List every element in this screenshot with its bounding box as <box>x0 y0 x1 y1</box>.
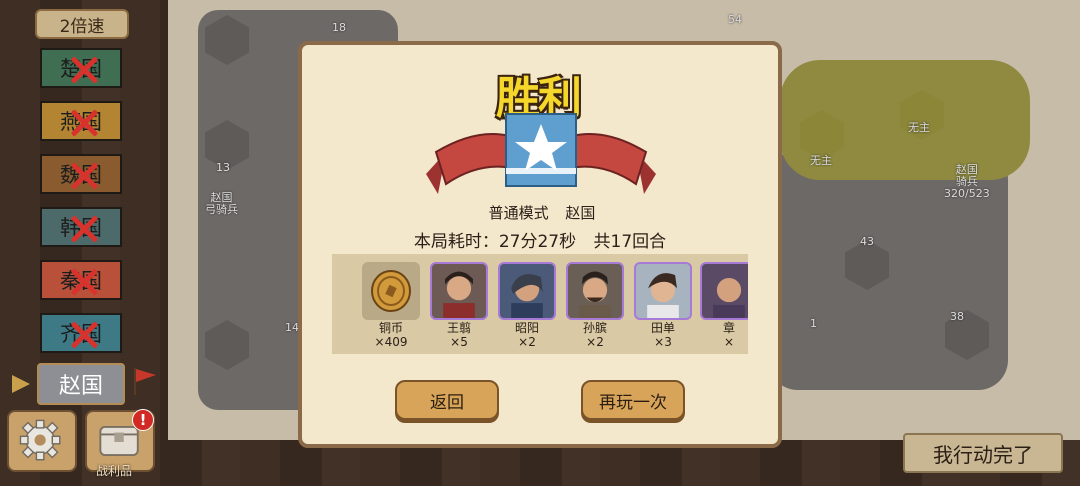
reward-item[interactable]: 田单 ×3 <box>634 262 692 352</box>
eliminated-x-icon <box>66 162 102 190</box>
nation-item[interactable]: 燕国 <box>40 101 122 141</box>
hero-portrait <box>498 262 556 320</box>
match-stats: 本局耗时：27分27秒 共17回合 <box>380 227 700 252</box>
reward-item[interactable]: 昭阳 ×2 <box>498 262 556 352</box>
reward-quantity: ×2 <box>586 335 604 349</box>
current-turn-arrow-icon <box>12 375 30 393</box>
settings-button[interactable] <box>7 410 77 472</box>
replay-button[interactable]: 再玩一次 <box>581 380 685 420</box>
map-number-label: 13 <box>216 161 230 174</box>
nation-item[interactable]: 楚国 <box>40 48 122 88</box>
reward-item: 铜币 ×409 <box>362 262 420 352</box>
coin-icon <box>371 270 411 312</box>
reward-name: 王翦 <box>446 321 471 335</box>
map-unit-label[interactable]: 赵国 骑兵 320/523 <box>944 164 990 200</box>
notification-badge: ! <box>132 409 154 431</box>
game-mode: 普通模式 <box>488 204 549 222</box>
eliminated-x-icon <box>66 109 102 137</box>
speed-button[interactable]: 2倍速 <box>35 9 129 39</box>
eliminated-x-icon <box>66 56 102 84</box>
reward-icon-box <box>362 262 420 320</box>
reward-item[interactable]: 章 × <box>700 262 748 352</box>
map-unit-label[interactable]: 无主 <box>908 122 930 134</box>
current-nation-item[interactable]: 赵国 <box>37 363 125 405</box>
reward-quantity: ×2 <box>518 335 536 349</box>
hero-face-icon <box>443 271 475 318</box>
map-number-label: 43 <box>860 235 874 248</box>
player-nation: 赵国 <box>565 204 596 222</box>
reward-quantity: ×5 <box>450 335 468 349</box>
reward-name: 田单 <box>650 321 675 335</box>
gear-icon <box>19 419 61 461</box>
hero-face-icon <box>713 277 745 318</box>
hero-portrait <box>634 262 692 320</box>
elapsed-time: 本局耗时：27分27秒 <box>413 232 577 252</box>
spoils-label: 战利品 <box>96 464 133 478</box>
hero-portrait <box>700 262 748 320</box>
map-number-label: 1 <box>810 317 817 330</box>
hero-portrait <box>566 262 624 320</box>
back-button[interactable]: 返回 <box>395 380 499 420</box>
reward-item[interactable]: 王翦 ×5 <box>430 262 488 352</box>
map-unit-label[interactable]: 无主 <box>810 155 832 167</box>
nation-item[interactable]: 秦国 <box>40 260 122 300</box>
reward-quantity: × <box>723 335 735 349</box>
game-mode-line: 普通模式 赵国 <box>442 202 642 223</box>
reward-quantity: ×409 <box>374 335 408 349</box>
eliminated-x-icon <box>66 321 102 349</box>
victory-ribbon-star-icon <box>426 113 656 194</box>
reward-item[interactable]: 孙膑 ×2 <box>566 262 624 352</box>
reward-quantity: ×3 <box>654 335 672 349</box>
nation-item[interactable]: 齐国 <box>40 313 122 353</box>
reward-name: 孙膑 <box>582 321 607 335</box>
nation-item[interactable]: 魏国 <box>40 154 122 194</box>
map-unit-label[interactable]: 赵国 弓骑兵 <box>205 192 238 216</box>
map-number-label: 38 <box>950 310 964 323</box>
hero-face-icon <box>579 271 611 318</box>
hero-face-icon <box>511 274 543 318</box>
map-number-label: 18 <box>332 21 346 34</box>
flag-icon <box>134 368 156 395</box>
hero-face-icon <box>647 273 679 318</box>
round-count: 共17回合 <box>593 232 667 252</box>
reward-name: 昭阳 <box>514 321 539 335</box>
reward-name: 章 <box>722 321 735 335</box>
nation-item[interactable]: 韩国 <box>40 207 122 247</box>
end-turn-button[interactable]: 我行动完了 <box>903 433 1063 473</box>
eliminated-x-icon <box>66 268 102 296</box>
eliminated-x-icon <box>66 215 102 243</box>
hero-portrait <box>430 262 488 320</box>
map-number-label: 54 <box>728 13 742 26</box>
reward-name: 铜币 <box>378 321 403 335</box>
rewards-list[interactable]: 铜币 ×409 王翦 ×5 昭阳 ×2 孙膑 ×2 田单 ×3 章 × <box>332 254 748 354</box>
map-number-label: 14 <box>285 321 299 334</box>
